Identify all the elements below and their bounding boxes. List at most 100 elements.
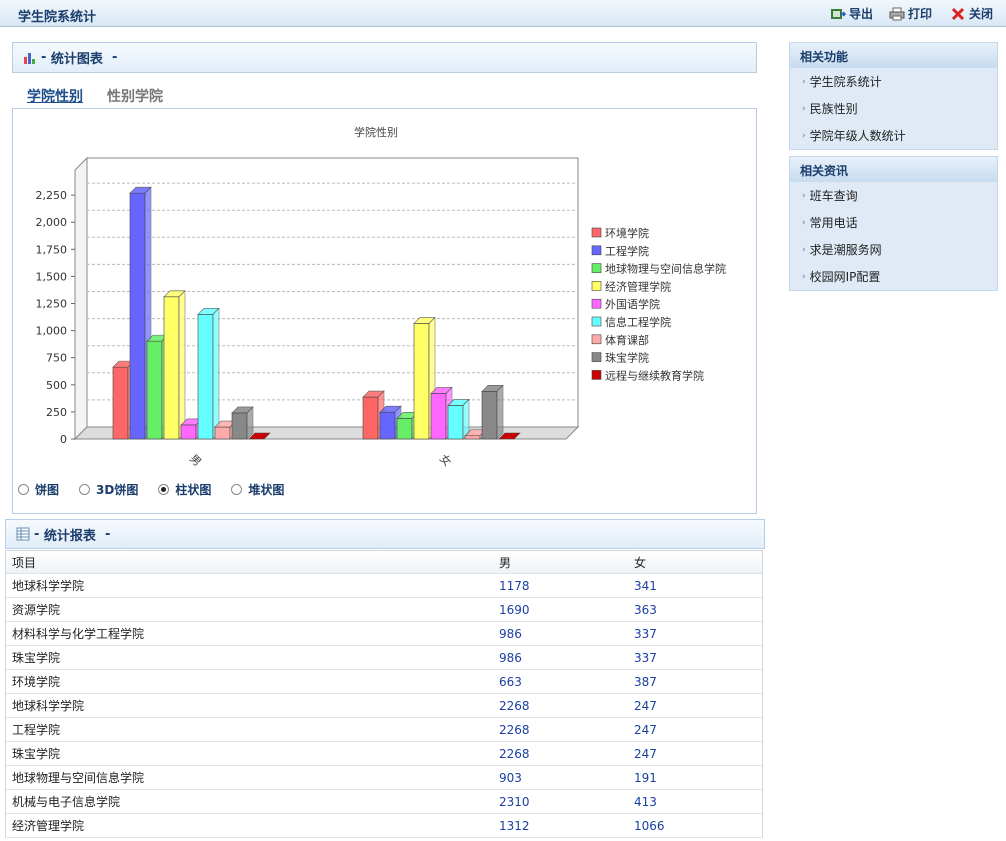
y-tick-label: 1,500	[36, 270, 68, 283]
table-row: 珠宝学院 2268 247	[6, 742, 762, 766]
chart-type-label: 柱状图	[175, 483, 212, 497]
cell-item: 资源学院	[12, 603, 61, 617]
cell-item: 经济管理学院	[12, 819, 85, 833]
sidebar-item-college-stats[interactable]: › 学生院系统计	[790, 68, 997, 95]
sidebar-item-ip-config[interactable]: › 校园网IP配置	[790, 263, 997, 290]
chart-container: 学院性别 0 250 500 750 1,000 1,250 1,500 1,750 2,000…	[12, 108, 757, 514]
sidebar-item-label: 求是潮服务网	[809, 243, 882, 257]
cell-male[interactable]: 2268	[493, 723, 628, 737]
chart-type-pie[interactable]: 饼图	[18, 481, 59, 498]
table-row: 资源学院 1690 363	[6, 598, 762, 622]
cell-male[interactable]: 986	[493, 627, 628, 641]
sidebar-item-grade-stats[interactable]: › 学院年级人数统计	[790, 122, 997, 149]
cell-female[interactable]: 247	[628, 747, 758, 761]
cell-male[interactable]: 986	[493, 651, 628, 665]
export-button[interactable]: 导出	[830, 5, 873, 22]
legend-swatch	[591, 370, 602, 380]
right-sidebar: 相关功能 › 学生院系统计 › 民族性别 › 学院年级人数统计 相关资讯 › 班车查询 …	[789, 42, 998, 297]
x-tick-label: 男	[187, 452, 204, 469]
cell-female[interactable]: 247	[628, 699, 758, 713]
chart-section-title: 统计图表	[50, 52, 103, 67]
cell-female[interactable]: 341	[628, 579, 758, 593]
sidebar-item-phones[interactable]: › 常用电话	[790, 209, 997, 236]
chart-tabs: 学院性别 性别学院	[27, 86, 163, 106]
legend-item: 信息工程学院	[605, 315, 671, 329]
cell-item: 地球物理与空间信息学院	[12, 771, 145, 785]
chart-type-label: 堆状图	[248, 483, 285, 497]
chart-type-3d-pie[interactable]: 3D饼图	[79, 481, 138, 498]
cell-male[interactable]: 2310	[493, 795, 628, 809]
table-row: 机械与电子信息学院 2310 413	[6, 790, 762, 814]
tab-gender-college[interactable]: 性别学院	[107, 86, 163, 106]
cell-female[interactable]: 337	[628, 651, 758, 665]
table-row: 地球物理与空间信息学院 903 191	[6, 766, 762, 790]
chart-section-dash: -	[41, 50, 51, 65]
cell-female[interactable]: 1066	[628, 819, 758, 833]
chart-bar	[481, 384, 504, 440]
cell-item: 机械与电子信息学院	[12, 795, 121, 809]
cell-item: 珠宝学院	[12, 651, 61, 665]
report-section-dash: -	[34, 526, 44, 542]
legend-swatch	[591, 334, 602, 345]
report-section-trailing-dash: -	[95, 526, 111, 542]
table-row: 工程学院 2268 247	[6, 718, 762, 742]
close-icon	[951, 7, 965, 20]
table-row: 材料科学与化学工程学院 986 337	[6, 622, 762, 646]
chart-type-bar[interactable]: 柱状图	[158, 481, 211, 498]
sidebar-item-ethnic-gender[interactable]: › 民族性别	[790, 95, 997, 122]
legend-swatch	[591, 227, 602, 238]
cell-male[interactable]: 2268	[493, 699, 628, 713]
cell-male[interactable]: 903	[493, 771, 628, 785]
chart-title: 学院性别	[354, 125, 398, 139]
chart-type-stacked[interactable]: 堆状图	[231, 481, 284, 498]
legend-item: 体育课部	[605, 333, 649, 347]
legend-swatch	[591, 263, 602, 273]
cell-male[interactable]: 1178	[493, 579, 628, 593]
cell-male[interactable]: 1312	[493, 819, 628, 833]
cell-male[interactable]: 663	[493, 675, 628, 689]
chart-section-header-wrap: - 统计图表 -	[12, 42, 757, 73]
y-tick-label: 1,000	[36, 325, 68, 338]
radio-selected-icon	[158, 484, 170, 495]
table-row: 经济管理学院 1312 1066	[6, 814, 762, 838]
legend-item: 远程与继续教育学院	[605, 368, 704, 382]
legend-swatch	[591, 281, 602, 291]
cell-male[interactable]: 2268	[493, 747, 628, 761]
cell-female[interactable]: 247	[628, 723, 758, 737]
y-tick-label: 250	[46, 406, 67, 419]
y-tick-label: 2,250	[36, 189, 68, 202]
tab-college-gender[interactable]: 学院性别	[27, 86, 83, 106]
report-section: - 统计报表 -	[5, 519, 765, 549]
related-functions-title: 相关功能	[790, 43, 997, 68]
cell-male[interactable]: 1690	[493, 603, 628, 617]
arrow-icon: ›	[802, 271, 806, 282]
cell-female[interactable]: 413	[628, 795, 758, 809]
radio-icon	[231, 484, 243, 495]
cell-female[interactable]: 337	[628, 627, 758, 641]
cell-item: 地球科学学院	[12, 579, 85, 593]
column-header-male: 男	[499, 555, 512, 570]
sidebar-item-bus[interactable]: › 班车查询	[790, 182, 997, 209]
window-title: 学生院系统计	[18, 10, 97, 25]
chart-section-header: - 统计图表 -	[12, 42, 757, 73]
arrow-icon: ›	[802, 103, 806, 114]
chart-type-label: 饼图	[35, 483, 60, 497]
chart-bar	[163, 290, 186, 440]
cell-female[interactable]: 363	[628, 603, 758, 617]
y-tick-label: 1,750	[36, 243, 68, 256]
close-button[interactable]: 关闭	[950, 5, 993, 22]
sidebar-item-service-net[interactable]: › 求是潮服务网	[790, 236, 997, 263]
cell-female[interactable]: 191	[628, 771, 758, 785]
sidebar-item-label: 学生院系统计	[809, 75, 882, 89]
print-label: 打印	[908, 7, 933, 21]
export-icon	[831, 8, 846, 19]
related-info-box: 相关资讯 › 班车查询 › 常用电话 › 求是潮服务网 › 校园网IP配置	[789, 156, 998, 291]
sidebar-item-label: 班车查询	[809, 189, 858, 203]
cell-female[interactable]: 387	[628, 675, 758, 689]
y-tick-label: 1,250	[36, 298, 68, 311]
print-button[interactable]: 打印	[889, 5, 932, 22]
x-tick-label: 女	[437, 451, 455, 469]
legend-swatch	[591, 298, 602, 309]
report-section-header: - 统计报表 -	[5, 519, 765, 549]
related-functions-box: 相关功能 › 学生院系统计 › 民族性别 › 学院年级人数统计	[789, 42, 998, 150]
